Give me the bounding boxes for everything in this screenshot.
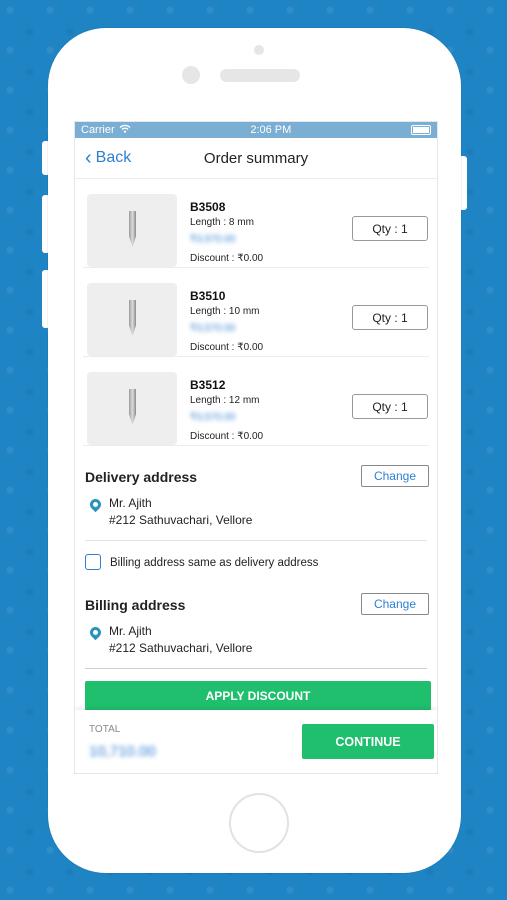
quantity-button[interactable]: Qty : 1 xyxy=(352,394,428,419)
carrier-label: Carrier xyxy=(81,124,115,136)
product-discount: Discount : ₹0.00 xyxy=(190,431,264,442)
page-title: Order summary xyxy=(203,150,309,167)
nav-bar: ‹ Back Order summary xyxy=(75,138,437,179)
product-image xyxy=(87,372,177,445)
product-length: Length : 10 mm xyxy=(190,306,260,317)
wifi-icon xyxy=(119,124,131,136)
status-time: 2:06 PM xyxy=(250,124,292,136)
implant-icon xyxy=(129,211,136,247)
app-screen: Carrier 2:06 PM ‹ Back Order summary B35… xyxy=(74,121,438,774)
product-code: B3512 xyxy=(190,378,226,392)
product-price: ₹3,570.00 xyxy=(190,412,236,423)
product-code: B3508 xyxy=(190,200,226,214)
delivery-address-title: Delivery address xyxy=(85,469,198,485)
divider xyxy=(85,668,427,669)
product-item: B3512 Length : 12 mm ₹3,570.00 Discount … xyxy=(83,357,429,446)
quantity-button[interactable]: Qty : 1 xyxy=(352,216,428,241)
battery-icon xyxy=(411,125,431,135)
delivery-name: Mr. Ajith xyxy=(109,496,152,510)
status-bar: Carrier 2:06 PM xyxy=(75,122,437,138)
front-camera xyxy=(182,66,200,84)
billing-same-checkbox[interactable] xyxy=(85,554,101,570)
divider xyxy=(85,540,427,541)
delivery-address: Mr. Ajith #212 Sathuvachari, Vellore xyxy=(109,495,252,529)
product-price: ₹3,570.00 xyxy=(190,323,236,334)
checkout-footer: TOTAL 10,710.00 CONTINUE xyxy=(75,710,437,773)
product-image xyxy=(87,283,177,356)
billing-address: Mr. Ajith #212 Sathuvachari, Vellore xyxy=(109,623,252,657)
location-pin-icon xyxy=(87,496,104,513)
product-discount: Discount : ₹0.00 xyxy=(190,253,264,264)
product-image xyxy=(87,194,177,267)
product-code: B3510 xyxy=(190,289,226,303)
total-label: TOTAL xyxy=(89,724,121,735)
product-item: B3508 Length : 8 mm ₹3,570.00 Discount :… xyxy=(83,179,429,268)
product-length: Length : 12 mm xyxy=(190,395,260,406)
product-item: B3510 Length : 10 mm ₹3,570.00 Discount … xyxy=(83,268,429,357)
quantity-button[interactable]: Qty : 1 xyxy=(352,305,428,330)
billing-street: #212 Sathuvachari, Vellore xyxy=(109,641,253,655)
product-length: Length : 8 mm xyxy=(190,217,254,228)
apply-discount-button[interactable]: APPLY DISCOUNT xyxy=(85,681,431,711)
total-value: 10,710.00 xyxy=(89,743,156,760)
billing-address-title: Billing address xyxy=(85,597,186,613)
proximity-sensor xyxy=(254,45,264,55)
location-pin-icon xyxy=(87,624,104,641)
billing-name: Mr. Ajith xyxy=(109,624,152,638)
product-price: ₹3,570.00 xyxy=(190,234,236,245)
implant-icon xyxy=(129,300,136,336)
delivery-street: #212 Sathuvachari, Vellore xyxy=(109,513,253,527)
product-discount: Discount : ₹0.00 xyxy=(190,342,264,353)
billing-change-button[interactable]: Change xyxy=(361,593,429,615)
delivery-change-button[interactable]: Change xyxy=(361,465,429,487)
billing-same-label: Billing address same as delivery address xyxy=(110,557,319,569)
continue-button[interactable]: CONTINUE xyxy=(302,724,434,759)
implant-icon xyxy=(129,389,136,425)
earpiece-speaker xyxy=(220,69,300,82)
home-button[interactable] xyxy=(229,793,289,853)
